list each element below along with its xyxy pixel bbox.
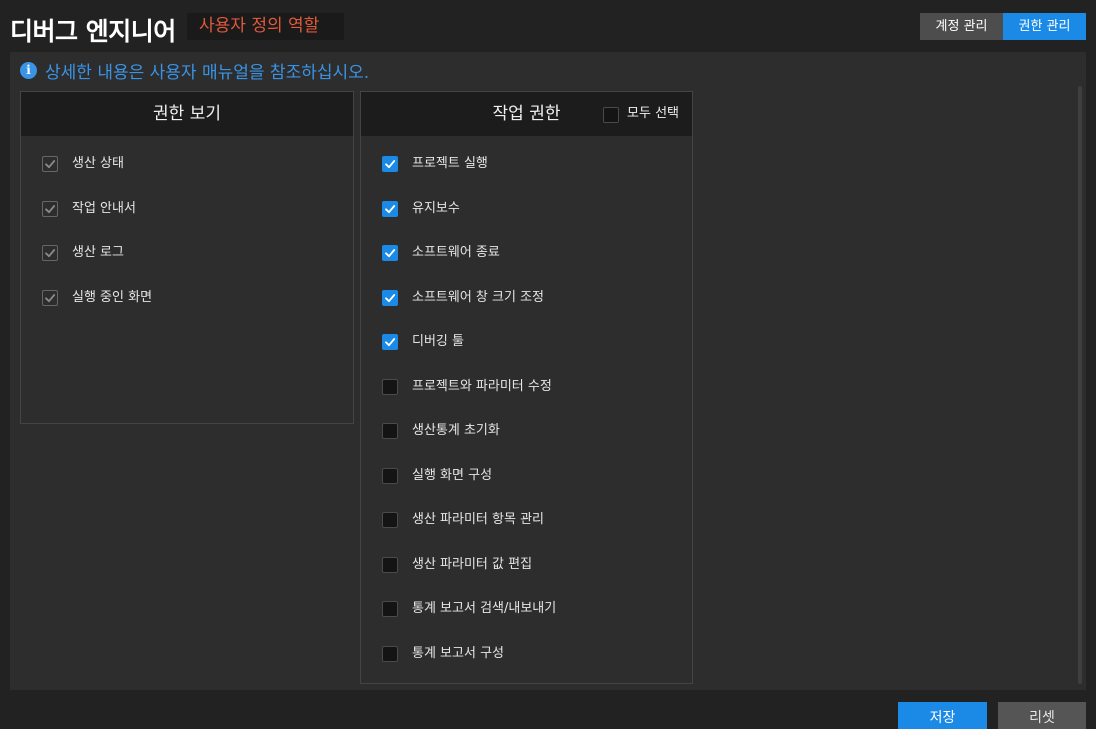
check-icon — [45, 293, 56, 302]
view-permission-panel: 권한 보기 생산 상태작업 안내서생산 로그실행 중인 화면 — [20, 91, 354, 424]
permission-item[interactable]: 소프트웨어 창 크기 조정 — [361, 289, 692, 334]
vertical-scrollbar[interactable] — [1078, 86, 1082, 684]
info-text: 상세한 내용은 사용자 매뉴얼을 참조하십시오. — [45, 63, 370, 83]
tab-permission-management[interactable]: 권한 관리 — [1003, 13, 1086, 40]
page-title: 디버그 엔지니어 — [10, 17, 176, 46]
permission-item[interactable]: 프로젝트와 파라미터 수정 — [361, 378, 692, 423]
permission-item: 작업 안내서 — [21, 200, 353, 245]
select-all-label: 모두 선택 — [627, 106, 679, 121]
permission-item[interactable]: 생산 파라미터 값 편집 — [361, 556, 692, 601]
checkbox-checked[interactable] — [382, 334, 398, 350]
checkbox-checked — [42, 156, 58, 172]
checkbox-unchecked[interactable] — [382, 556, 398, 573]
check-icon — [385, 204, 396, 213]
check-icon — [45, 249, 56, 258]
permission-item[interactable]: 프로젝트 실행 — [361, 155, 692, 200]
permission-label: 유지보수 — [412, 200, 460, 216]
checkbox-checked — [42, 289, 58, 306]
permission-label: 생산 파라미터 항목 관리 — [412, 512, 544, 527]
permission-label: 생산 상태 — [72, 156, 124, 171]
permission-label: 작업 안내서 — [72, 200, 136, 216]
permission-item[interactable]: 생산 파라미터 항목 관리 — [361, 511, 692, 556]
check-icon — [385, 249, 396, 258]
select-all-checkbox[interactable]: 모두 선택 — [603, 105, 679, 123]
permission-item[interactable]: 실행 화면 구성 — [361, 467, 692, 512]
info-icon: i — [20, 62, 37, 79]
view-permission-title: 권한 보기 — [153, 104, 221, 124]
permission-label: 생산 로그 — [72, 245, 124, 260]
info-banner: i 상세한 내용은 사용자 매뉴얼을 참조하십시오. — [20, 58, 369, 83]
checkbox-checked[interactable] — [382, 289, 398, 306]
check-icon — [45, 160, 56, 169]
checkbox-checked[interactable] — [382, 245, 398, 261]
permission-label: 프로젝트와 파라미터 수정 — [412, 378, 552, 394]
check-icon — [385, 293, 396, 302]
main-panel: i 상세한 내용은 사용자 매뉴얼을 참조하십시오. 권한 보기 생산 상태작업… — [10, 52, 1086, 690]
check-icon — [385, 160, 396, 169]
permission-item[interactable]: 소프트웨어 종료 — [361, 244, 692, 289]
permission-item[interactable]: 통계 보고서 검색/내보내기 — [361, 600, 692, 645]
work-permission-header: 작업 권한 모두 선택 — [361, 92, 692, 136]
check-icon — [45, 204, 56, 213]
permission-label: 프로젝트 실행 — [412, 156, 488, 171]
view-permission-header: 권한 보기 — [21, 92, 353, 136]
checkbox-checked — [42, 200, 58, 217]
checkbox-unchecked[interactable] — [382, 512, 398, 528]
permission-item: 실행 중인 화면 — [21, 289, 353, 334]
checkbox-checked[interactable] — [382, 156, 398, 172]
checkbox-unchecked[interactable] — [382, 423, 398, 439]
permission-label: 생산통계 초기화 — [412, 423, 500, 438]
role-badge: 사용자 정의 역할 — [187, 13, 344, 40]
check-icon — [385, 338, 396, 347]
top-tabs: 계정 관리 권한 관리 — [920, 13, 1086, 40]
permission-label: 실행 중인 화면 — [72, 289, 153, 305]
permission-label: 통계 보고서 구성 — [412, 645, 504, 661]
save-button[interactable]: 저장 — [898, 702, 987, 729]
permission-item[interactable]: 유지보수 — [361, 200, 692, 245]
view-permission-list: 생산 상태작업 안내서생산 로그실행 중인 화면 — [21, 136, 353, 333]
permission-item: 생산 상태 — [21, 155, 353, 200]
checkbox-unchecked[interactable] — [382, 645, 398, 662]
tab-account-management[interactable]: 계정 관리 — [920, 13, 1003, 40]
permission-label: 소프트웨어 창 크기 조정 — [412, 289, 544, 305]
permission-item[interactable]: 디버깅 툴 — [361, 333, 692, 378]
permission-management-window: 디버그 엔지니어 사용자 정의 역할 계정 관리 권한 관리 i 상세한 내용은… — [0, 0, 1096, 729]
permission-item[interactable]: 생산통계 초기화 — [361, 422, 692, 467]
select-all-box[interactable] — [603, 106, 620, 123]
checkbox-checked[interactable] — [382, 200, 398, 217]
permission-label: 생산 파라미터 값 편집 — [412, 556, 533, 572]
work-permission-list: 프로젝트 실행유지보수소프트웨어 종료소프트웨어 창 크기 조정디버깅 툴프로젝… — [361, 136, 692, 689]
permission-label: 소프트웨어 종료 — [412, 245, 500, 260]
permission-label: 실행 화면 구성 — [412, 467, 493, 483]
work-permission-title: 작업 권한 — [492, 104, 561, 124]
permission-label: 디버깅 툴 — [412, 334, 464, 349]
permission-item: 생산 로그 — [21, 244, 353, 289]
reset-button[interactable]: 리셋 — [998, 702, 1086, 729]
permission-item[interactable]: 통계 보고서 구성 — [361, 645, 692, 690]
checkbox-unchecked[interactable] — [382, 467, 398, 484]
checkbox-checked — [42, 245, 58, 261]
work-permission-panel: 작업 권한 모두 선택 프로젝트 실행유지보수소프트웨어 종료소프트웨어 창 크… — [360, 91, 693, 684]
permission-label: 통계 보고서 검색/내보내기 — [412, 601, 557, 616]
checkbox-unchecked[interactable] — [382, 601, 398, 617]
checkbox-unchecked[interactable] — [382, 378, 398, 395]
